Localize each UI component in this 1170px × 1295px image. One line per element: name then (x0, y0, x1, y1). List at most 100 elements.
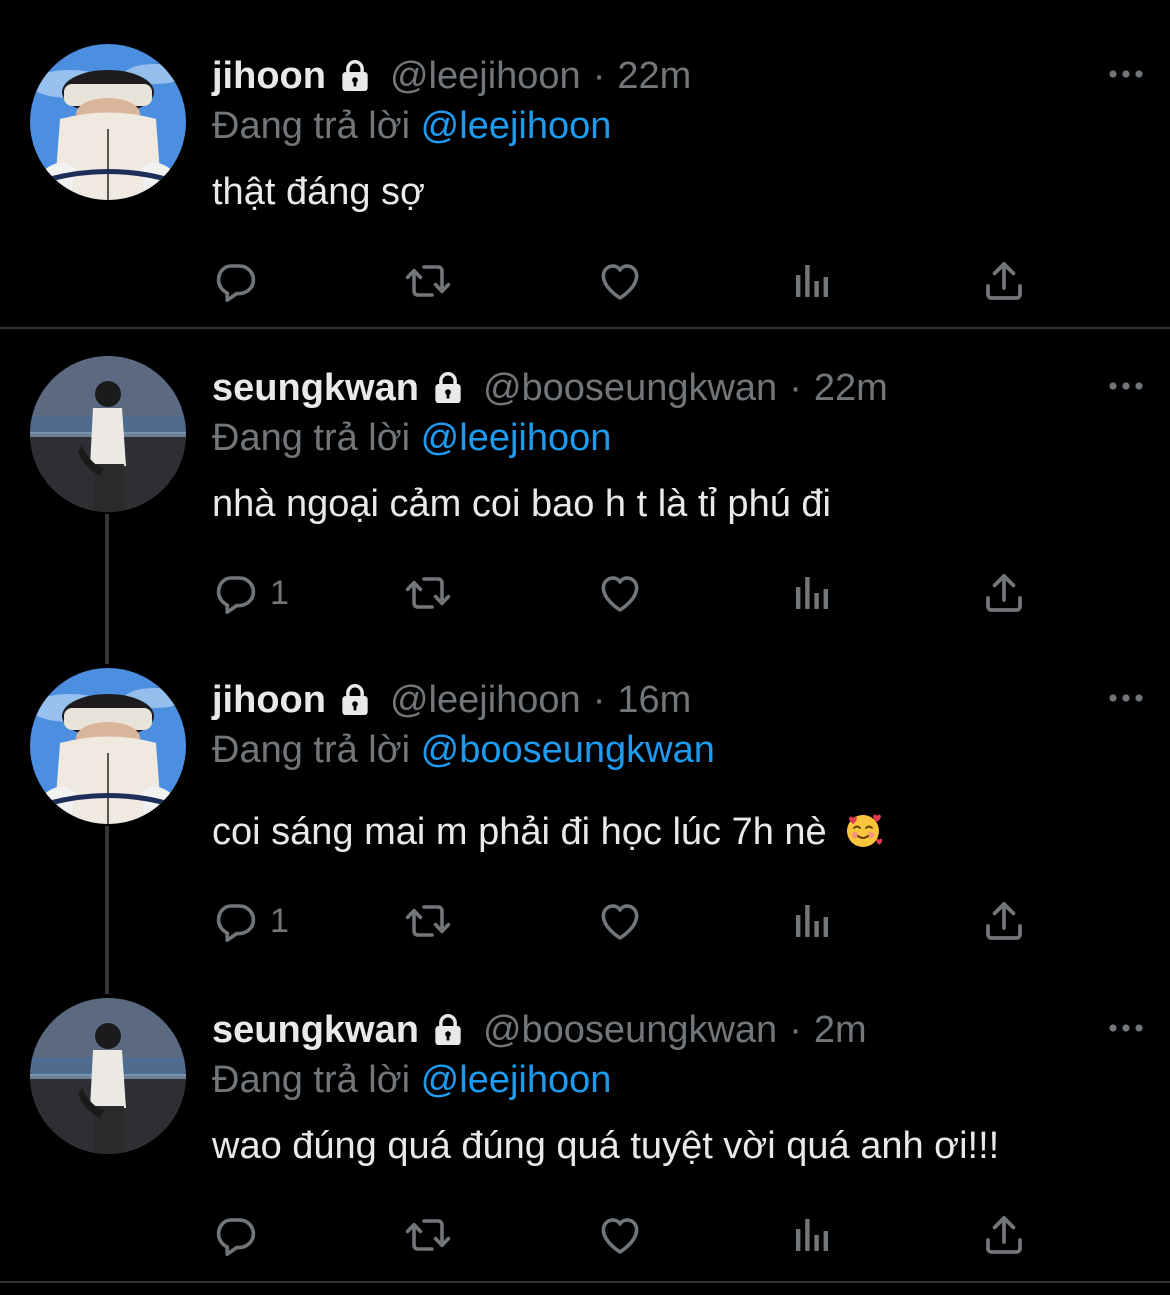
reply-count: 1 (270, 573, 289, 612)
share-icon (980, 569, 1028, 617)
tweet-header: jihoon @leejihoon · 22m (212, 52, 691, 100)
avatar[interactable] (30, 668, 186, 824)
action-bar: 1 (212, 568, 1052, 618)
mention-link[interactable]: @booseungkwan (421, 729, 715, 771)
reply-icon (212, 897, 260, 945)
retweet-button[interactable] (404, 568, 452, 618)
tweet-header: seungkwan @booseungkwan · 22m (212, 364, 888, 412)
action-bar (212, 1210, 1052, 1260)
share-button[interactable] (980, 1210, 1028, 1260)
separator-dot: · (789, 367, 802, 409)
timestamp[interactable]: 16m (617, 676, 691, 724)
views-button[interactable] (788, 896, 836, 946)
mention-link[interactable]: @leejihoon (421, 105, 612, 147)
thread-line (105, 826, 109, 994)
action-bar: 1 (212, 896, 1052, 946)
more-icon[interactable] (1107, 688, 1145, 708)
like-icon (596, 897, 644, 945)
separator-dot: · (592, 679, 606, 721)
tweet-divider (0, 1281, 1170, 1283)
timestamp[interactable]: 22m (617, 52, 691, 100)
action-bar (212, 256, 1052, 306)
mention-link[interactable]: @leejihoon (421, 417, 612, 459)
retweet-button[interactable] (404, 1210, 452, 1260)
tweet-text: wao đúng quá đúng quá tuyệt vời quá anh … (212, 1125, 1000, 1167)
replying-to: Đang trả lời @leejihoon (212, 102, 611, 150)
reply-icon (212, 1211, 260, 1259)
handle[interactable]: @booseungkwan (483, 364, 777, 412)
avatar[interactable] (30, 44, 186, 200)
replying-to: Đang trả lời @leejihoon (212, 414, 611, 462)
share-button[interactable] (980, 896, 1028, 946)
reply-icon (212, 569, 260, 617)
display-name[interactable]: jihoon (212, 676, 326, 724)
seungkwan-avatar-image (30, 356, 186, 512)
like-button[interactable] (596, 896, 644, 946)
retweet-icon (404, 1211, 452, 1259)
views-icon (788, 569, 836, 617)
tweet-header: seungkwan @booseungkwan · 2m (212, 1006, 867, 1054)
like-button[interactable] (596, 256, 644, 306)
replying-to-label: Đang trả lời (212, 729, 411, 771)
views-icon (788, 1211, 836, 1259)
share-icon (980, 897, 1028, 945)
more-icon[interactable] (1107, 1018, 1145, 1038)
share-button[interactable] (980, 568, 1028, 618)
retweet-button[interactable] (404, 256, 452, 306)
replying-to-label: Đang trả lời (212, 417, 411, 459)
tweet-text: thật đáng sợ (212, 171, 425, 213)
more-icon[interactable] (1107, 376, 1145, 396)
like-icon (596, 569, 644, 617)
timestamp[interactable]: 22m (814, 364, 888, 412)
replying-to-label: Đang trả lời (212, 1059, 411, 1101)
more-icon[interactable] (1107, 64, 1145, 84)
views-button[interactable] (788, 1210, 836, 1260)
share-button[interactable] (980, 256, 1028, 306)
retweet-icon (404, 569, 452, 617)
share-icon (980, 1211, 1028, 1259)
mention-link[interactable]: @leejihoon (421, 1059, 612, 1101)
jihoon-avatar-image (30, 44, 186, 200)
like-icon (596, 257, 644, 305)
seungkwan-avatar-image (30, 998, 186, 1154)
handle[interactable]: @booseungkwan (483, 1006, 777, 1054)
thread-line (105, 514, 109, 664)
tweet-divider (0, 327, 1170, 329)
reply-count: 1 (270, 901, 289, 940)
lock-icon (429, 369, 467, 407)
handle[interactable]: @leejihoon (390, 676, 581, 724)
handle[interactable]: @leejihoon (390, 52, 581, 100)
display-name[interactable]: seungkwan (212, 364, 419, 412)
display-name[interactable]: jihoon (212, 52, 326, 100)
jihoon-avatar-image (30, 668, 186, 824)
replying-to: Đang trả lời @leejihoon (212, 1056, 611, 1104)
tweet-text: coi sáng mai m phải đi học lúc 7h nè (212, 808, 883, 856)
reply-button[interactable] (212, 256, 270, 306)
replying-to: Đang trả lời @booseungkwan (212, 726, 715, 774)
tweet-header: jihoon @leejihoon · 16m (212, 676, 691, 724)
display-name[interactable]: seungkwan (212, 1006, 419, 1054)
like-button[interactable] (596, 1210, 644, 1260)
views-button[interactable] (788, 568, 836, 618)
like-icon (596, 1211, 644, 1259)
share-icon (980, 257, 1028, 305)
views-icon (788, 897, 836, 945)
tweet-text: nhà ngoại cảm coi bao h t là tỉ phú đi (212, 483, 831, 525)
tweet-text-content: coi sáng mai m phải đi học lúc 7h nè (212, 811, 827, 853)
avatar[interactable] (30, 998, 186, 1154)
like-button[interactable] (596, 568, 644, 618)
retweet-icon (404, 257, 452, 305)
reply-button[interactable]: 1 (212, 568, 289, 618)
retweet-button[interactable] (404, 896, 452, 946)
separator-dot: · (592, 55, 606, 97)
avatar[interactable] (30, 356, 186, 512)
reply-icon (212, 257, 260, 305)
reply-button[interactable] (212, 1210, 270, 1260)
reply-button[interactable]: 1 (212, 896, 289, 946)
replying-to-label: Đang trả lời (212, 105, 411, 147)
views-button[interactable] (788, 256, 836, 306)
lock-icon (336, 681, 374, 719)
timestamp[interactable]: 2m (814, 1006, 867, 1054)
retweet-icon (404, 897, 452, 945)
lock-icon (429, 1011, 467, 1049)
